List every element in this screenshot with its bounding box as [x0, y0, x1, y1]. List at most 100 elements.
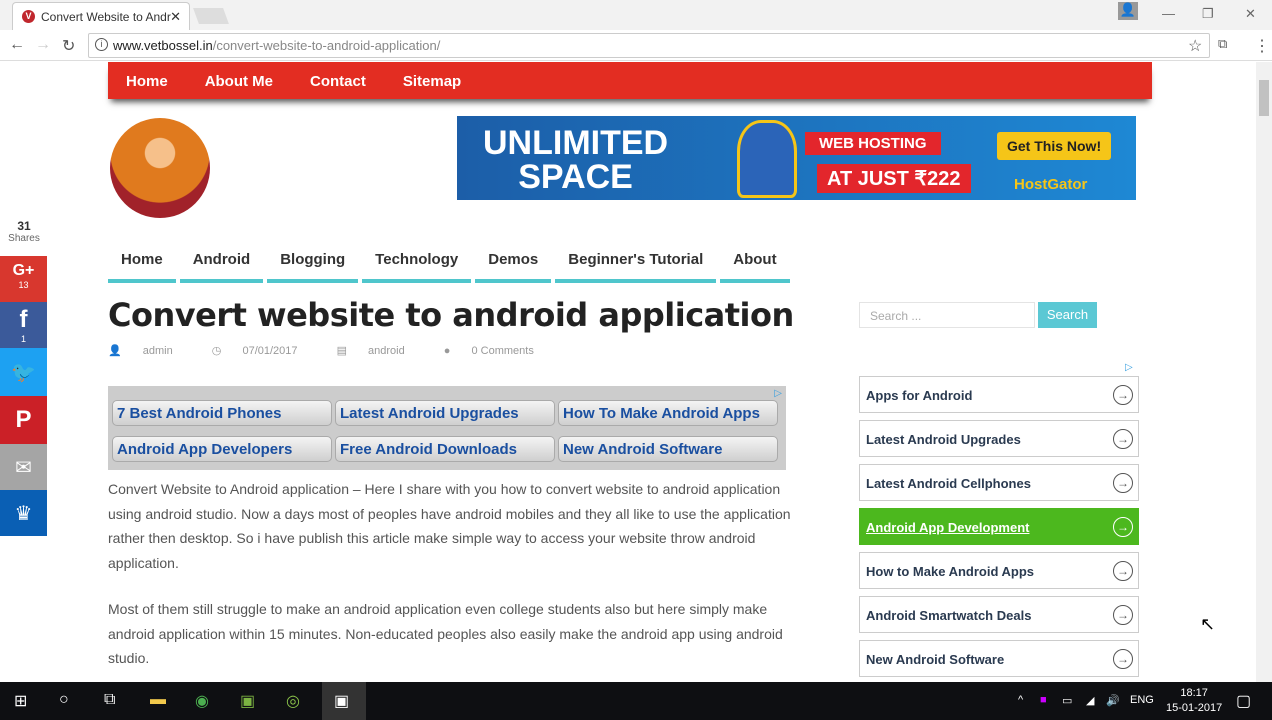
- sidebar-ad-link[interactable]: Android Smartwatch Deals →: [859, 596, 1139, 633]
- post-title: Convert website to android application: [108, 296, 794, 334]
- topnav-sitemap[interactable]: Sitemap: [385, 62, 461, 90]
- menu-beginners-tutorial[interactable]: Beginner's Tutorial: [555, 248, 717, 283]
- sidebar-ad-link[interactable]: How to Make Android Apps →: [859, 552, 1139, 589]
- chrome-icon[interactable]: ◉: [195, 691, 209, 711]
- cast-icon[interactable]: ⧉: [1218, 36, 1227, 52]
- reload-icon[interactable]: ↻: [62, 36, 75, 56]
- volume-icon[interactable]: 🔊: [1106, 694, 1120, 707]
- banner-price: AT JUST ₹222: [817, 164, 971, 193]
- sidebar-ad-link[interactable]: Latest Android Upgrades →: [859, 420, 1139, 457]
- restore-button[interactable]: ❐: [1202, 6, 1214, 22]
- clock-time: 18:17: [1180, 687, 1208, 699]
- post-paragraph-2: Most of them still struggle to make an a…: [108, 601, 783, 666]
- ad-link[interactable]: Free Android Downloads: [335, 436, 555, 462]
- close-tab-icon[interactable]: ✕: [170, 9, 181, 25]
- post-comments[interactable]: 0 Comments: [472, 345, 534, 357]
- share-facebook[interactable]: f1: [0, 302, 47, 348]
- menu-android[interactable]: Android: [179, 248, 264, 283]
- clock-date: 15-01-2017: [1166, 702, 1223, 714]
- share-email[interactable]: ✉: [0, 444, 47, 490]
- file-icon: ▤: [336, 345, 351, 357]
- topnav-home[interactable]: Home: [108, 62, 168, 90]
- arrow-circle-icon: →: [1113, 517, 1133, 537]
- clock-icon: ◷: [211, 345, 225, 357]
- page-scrollbar[interactable]: [1256, 62, 1272, 682]
- post-date: 07/01/2017: [242, 345, 298, 357]
- ad-link[interactable]: Latest Android Upgrades: [335, 400, 555, 426]
- top-navigation: Home About Me Contact Sitemap: [108, 62, 1152, 99]
- menu-technology[interactable]: Technology: [362, 248, 472, 283]
- forward-icon[interactable]: →: [35, 36, 51, 54]
- adchoices-icon[interactable]: ▷: [1125, 362, 1133, 373]
- banner-line1: UNLIMITED: [483, 124, 669, 162]
- arrow-circle-icon: →: [1113, 649, 1133, 669]
- sidebar-ad-link-active[interactable]: Android App Development →: [859, 508, 1139, 545]
- wifi-icon[interactable]: ◢: [1086, 694, 1094, 707]
- close-window-button[interactable]: ✕: [1245, 6, 1256, 22]
- ad-link[interactable]: 7 Best Android Phones: [112, 400, 332, 426]
- android-studio-icon[interactable]: ◎: [286, 691, 300, 711]
- arrow-circle-icon: →: [1113, 385, 1133, 405]
- new-tab-button[interactable]: [193, 8, 229, 24]
- tray-chevron-icon[interactable]: ^: [1018, 694, 1023, 706]
- share-googleplus[interactable]: G+ 13: [0, 256, 47, 302]
- banner-line2: SPACE: [518, 158, 633, 196]
- camtasia-icon[interactable]: ▣: [240, 691, 255, 711]
- ad-link[interactable]: Android App Developers: [112, 436, 332, 462]
- ad-link[interactable]: How To Make Android Apps: [558, 400, 778, 426]
- windows-taskbar: ⊞ ○ ⧉ ▬ ◉ ▣ ◎ ▣ ^ ■ ▭ ◢ 🔊 ENG 18:17 15-01…: [0, 682, 1272, 720]
- pinterest-icon: P: [15, 406, 32, 433]
- file-explorer-icon[interactable]: ▬: [150, 691, 166, 709]
- banner-cta[interactable]: Get This Now!: [997, 132, 1112, 160]
- share-twitter[interactable]: 🐦: [0, 348, 47, 396]
- sidebar-ad-link[interactable]: New Android Software →: [859, 640, 1139, 677]
- mouse-cursor-icon: ↖: [1200, 614, 1216, 634]
- sidebar-link-label: Apps for Android: [866, 388, 973, 403]
- post-paragraph-1: Convert Website to Android application –…: [108, 481, 791, 571]
- windows-start-icon[interactable]: ⊞: [14, 691, 27, 711]
- profile-icon[interactable]: 👤: [1118, 2, 1138, 20]
- battery-icon[interactable]: ▭: [1062, 694, 1072, 707]
- hostgator-ad-banner[interactable]: UNLIMITED SPACE WEB HOSTING AT JUST ₹222 …: [457, 116, 1136, 200]
- menu-home[interactable]: Home: [108, 248, 176, 283]
- bookmark-star-icon[interactable]: ☆: [1188, 36, 1202, 56]
- menu-about[interactable]: About: [720, 248, 790, 283]
- comment-icon: ●: [443, 345, 454, 357]
- tray-app-icon[interactable]: ■: [1040, 694, 1047, 706]
- sidebar-ad-link[interactable]: Apps for Android →: [859, 376, 1139, 413]
- post-category[interactable]: android: [368, 345, 405, 357]
- browser-tab[interactable]: V Convert Website to Andr ✕: [12, 2, 190, 30]
- adchoices-icon[interactable]: ▷: [774, 388, 782, 399]
- twitter-icon: 🐦: [11, 362, 36, 384]
- share-count: 31 Shares: [4, 219, 44, 244]
- url-input[interactable]: i www.vetbossel.in/convert-website-to-and…: [88, 33, 1210, 58]
- ad-links-block: ▷ 7 Best Android Phones Latest Android Up…: [108, 386, 786, 470]
- cortana-search-icon[interactable]: ○: [59, 691, 69, 709]
- task-view-icon[interactable]: ⧉: [104, 691, 115, 709]
- sidebar-ad-link[interactable]: Latest Android Cellphones →: [859, 464, 1139, 501]
- clock[interactable]: 18:17 15-01-2017: [1166, 686, 1222, 716]
- action-center-icon[interactable]: ▢: [1236, 691, 1251, 711]
- site-logo-avatar[interactable]: [110, 118, 210, 218]
- share-pinterest[interactable]: P: [0, 396, 47, 444]
- minimize-button[interactable]: —: [1162, 6, 1175, 21]
- menu-icon[interactable]: ⋮: [1254, 36, 1270, 56]
- sidebar-link-label: Latest Android Upgrades: [866, 432, 1021, 447]
- search-button[interactable]: Search: [1038, 302, 1097, 328]
- search-input[interactable]: Search ...: [859, 302, 1035, 328]
- camtasia-recorder-icon[interactable]: ▣: [322, 682, 366, 720]
- info-icon[interactable]: i: [95, 38, 108, 51]
- facebook-icon: f: [19, 306, 28, 333]
- post-author[interactable]: admin: [143, 345, 173, 357]
- menu-blogging[interactable]: Blogging: [267, 248, 359, 283]
- menu-demos[interactable]: Demos: [475, 248, 552, 283]
- topnav-contact[interactable]: Contact: [292, 62, 366, 90]
- scrollbar-thumb[interactable]: [1259, 80, 1269, 116]
- share-sumo[interactable]: ♛: [0, 490, 47, 536]
- ad-link[interactable]: New Android Software: [558, 436, 778, 462]
- email-icon: ✉: [15, 457, 32, 479]
- post-meta: 👤 admin ◷ 07/01/2017 ▤ android ● 0 Comme…: [108, 344, 570, 357]
- back-icon[interactable]: ←: [9, 36, 25, 54]
- language-indicator[interactable]: ENG: [1130, 694, 1154, 706]
- topnav-about-me[interactable]: About Me: [187, 62, 273, 90]
